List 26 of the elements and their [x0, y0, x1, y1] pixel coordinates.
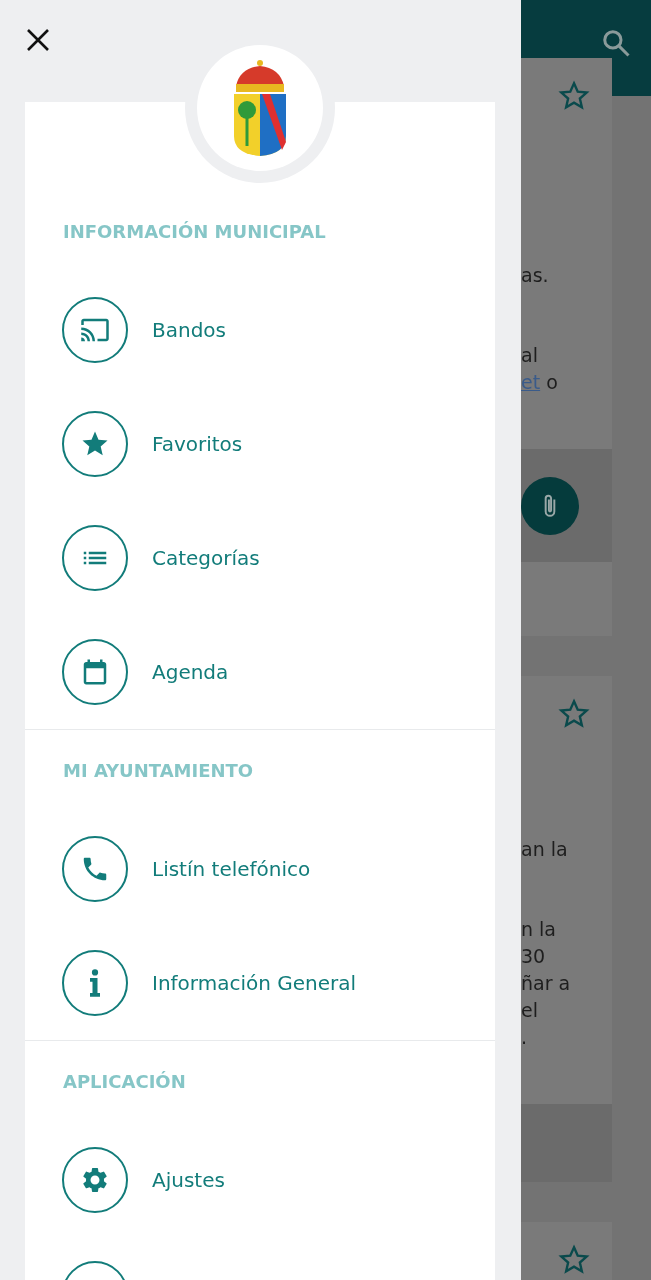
card-text: n la: [521, 917, 557, 942]
card-text: al: [521, 343, 539, 368]
section-heading: INFORMACIÓN MUNICIPAL: [62, 220, 327, 244]
close-icon: [26, 28, 50, 52]
settings-icon: [80, 1165, 110, 1195]
star-outline-icon[interactable]: [558, 1244, 590, 1276]
search-icon[interactable]: [601, 28, 631, 58]
menu-item[interactable]: Favoritos: [25, 387, 495, 501]
menu-item[interactable]: Bandos: [25, 273, 495, 387]
card-text: ñar a: [521, 971, 572, 996]
card-text: .: [521, 1025, 529, 1050]
card-text: et o: [521, 370, 559, 395]
menu-item[interactable]: Agenda: [25, 615, 495, 729]
menu-item[interactable]: Listín telefónico: [25, 812, 495, 926]
card-text: el: [521, 998, 539, 1023]
star-outline-icon[interactable]: [558, 80, 590, 112]
card-text: an la: [521, 837, 569, 862]
card-text: as.: [521, 263, 550, 288]
menu-item[interactable]: Ajustes: [25, 1123, 495, 1237]
attachment-button[interactable]: [521, 476, 579, 535]
menu-item[interactable]: Información General: [25, 926, 495, 1040]
menu-item[interactable]: Categorías: [25, 501, 495, 615]
section-heading: MI AYUNTAMIENTO: [62, 759, 255, 783]
card-text: 30: [521, 944, 547, 969]
section-heading: APLICACIÓN: [62, 1070, 187, 1094]
star-outline-icon[interactable]: [558, 698, 590, 730]
